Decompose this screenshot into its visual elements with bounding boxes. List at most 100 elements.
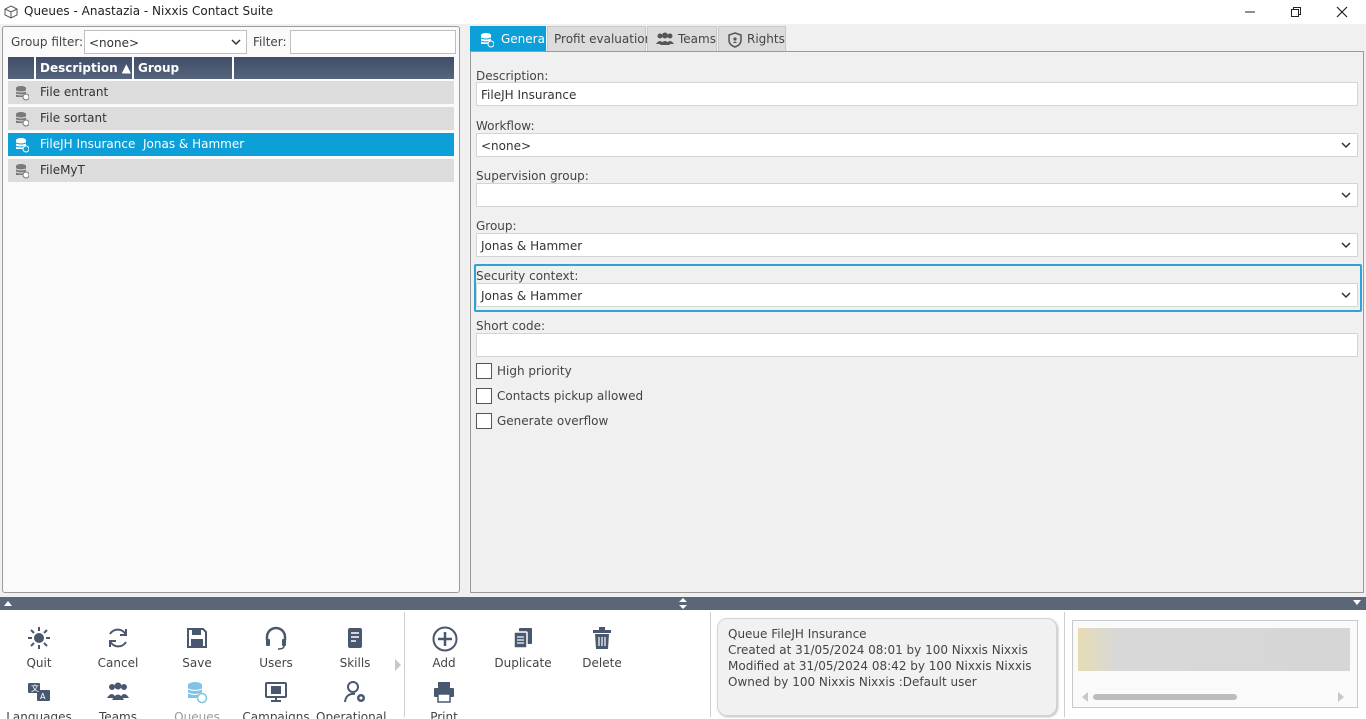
quit-icon: [28, 627, 50, 649]
toolbar-divider: [1064, 612, 1065, 717]
save-button[interactable]: Save: [158, 618, 236, 670]
queues-button[interactable]: Queues: [158, 672, 236, 719]
duplicate-icon: [513, 628, 532, 649]
duplicate-button[interactable]: Duplicate: [484, 618, 562, 670]
add-button[interactable]: Add: [405, 618, 483, 670]
info-modified: Modified at 31/05/2024 08:42 by 100 Nixx…: [728, 659, 1032, 673]
description-value: FileJH Insurance: [481, 88, 577, 102]
horizontal-scrollbar[interactable]: [1093, 694, 1237, 700]
campaigns-label: Campaigns: [242, 710, 310, 719]
table-row[interactable]: File entrant: [8, 81, 454, 104]
table-row[interactable]: FileMyT: [8, 159, 454, 182]
chevron-down-icon: [1341, 142, 1351, 149]
print-button[interactable]: Print: [405, 672, 483, 719]
short-code-field[interactable]: [476, 333, 1358, 357]
group-filter-label: Group filter:: [11, 35, 84, 49]
chevron-right-icon[interactable]: [394, 658, 402, 672]
toolbar-divider: [404, 612, 405, 717]
description-field[interactable]: FileJH Insurance: [476, 82, 1358, 106]
group-filter-select[interactable]: <none>: [84, 30, 247, 54]
toolbar-divider: [710, 612, 711, 717]
users-button[interactable]: Users: [237, 618, 315, 670]
teams-icon: [656, 32, 674, 45]
queue-icon: [15, 164, 29, 179]
queue-icon: [15, 112, 29, 127]
contacts-pickup-checkbox[interactable]: [476, 388, 492, 404]
supervision-group-select[interactable]: [476, 183, 1358, 207]
close-button[interactable]: [1319, 0, 1365, 24]
operational-label: Operational...: [316, 710, 398, 719]
teams-button[interactable]: Teams: [79, 672, 157, 719]
scroll-right-icon[interactable]: [1337, 692, 1345, 702]
group-filter-value: <none>: [89, 36, 140, 50]
info-owner: Owned by 100 Nixxis Nixxis :Default user: [728, 675, 977, 689]
chevron-down-icon: [1341, 292, 1351, 299]
operational-button[interactable]: Operational...: [316, 672, 398, 719]
cancel-label: Cancel: [97, 656, 139, 670]
restore-icon: [1291, 7, 1301, 17]
tab-general-label: General: [501, 32, 549, 46]
skills-button[interactable]: Skills: [316, 618, 394, 670]
tab-rights-label: Rights: [747, 32, 785, 46]
chevron-down-icon: [1341, 242, 1351, 249]
grid-header-icon-column: [8, 57, 36, 79]
workflow-select[interactable]: <none>: [476, 133, 1358, 157]
printer-icon: [434, 682, 454, 703]
info-created: Created at 31/05/2024 08:01 by 100 Nixxi…: [728, 643, 1028, 657]
security-context-select[interactable]: Jonas & Hammer: [476, 283, 1358, 307]
filter-input[interactable]: [290, 30, 456, 54]
security-context-value: Jonas & Hammer: [481, 289, 583, 303]
add-label: Add: [432, 656, 456, 670]
languages-icon: 文A: [28, 683, 50, 701]
svg-text:A: A: [40, 692, 46, 701]
chevron-down-icon: [1341, 192, 1351, 199]
refresh-icon: [109, 628, 127, 648]
group-select[interactable]: Jonas & Hammer: [476, 233, 1358, 257]
row-group: Jonas & Hammer: [143, 137, 245, 151]
resize-vertical-icon[interactable]: [679, 598, 687, 609]
quit-label: Quit: [26, 656, 52, 670]
campaigns-button[interactable]: Campaigns: [237, 672, 315, 719]
close-icon: [1336, 6, 1348, 18]
record-info-box: Queue FileJH Insurance Created at 31/05/…: [717, 618, 1057, 716]
short-code-label: Short code:: [476, 319, 545, 333]
tab-profit-evaluation[interactable]: Profit evaluation: [547, 26, 652, 52]
save-label: Save: [182, 656, 212, 670]
row-description: FileMyT: [40, 163, 85, 177]
generate-overflow-label: Generate overflow: [497, 414, 609, 428]
high-priority-label: High priority: [497, 364, 572, 378]
svg-text:文: 文: [31, 683, 39, 693]
save-icon: [187, 628, 207, 648]
row-description: File entrant: [40, 85, 109, 99]
row-description: FileJH Insurance: [40, 137, 136, 151]
window-title: Queues - Anastazia - Nixxis Contact Suit…: [24, 4, 274, 18]
queue-icon: [480, 33, 494, 48]
group-label: Group:: [476, 219, 517, 233]
users-label: Users: [259, 656, 293, 670]
table-row-selected[interactable]: FileJH Insurance Jonas & Hammer: [8, 133, 454, 156]
quit-button[interactable]: Quit: [0, 618, 78, 670]
restore-button[interactable]: [1273, 0, 1319, 24]
group-value: Jonas & Hammer: [481, 239, 583, 253]
title-bar: Queues - Anastazia - Nixxis Contact Suit…: [0, 0, 1366, 24]
tab-teams[interactable]: Teams: [647, 26, 717, 52]
tab-rights[interactable]: Rights: [718, 26, 786, 52]
scroll-left-icon[interactable]: [1081, 692, 1089, 702]
table-row[interactable]: File sortant: [8, 107, 454, 130]
languages-button[interactable]: 文A Languages: [0, 672, 78, 719]
row-description: File sortant: [40, 111, 107, 125]
cancel-button[interactable]: Cancel: [79, 618, 157, 670]
panel-splitter[interactable]: [0, 597, 1366, 610]
delete-button[interactable]: Delete: [563, 618, 641, 670]
tab-teams-label: Teams: [678, 32, 716, 46]
tab-general[interactable]: General: [470, 26, 549, 52]
collapse-up-icon[interactable]: [4, 600, 12, 606]
security-context-label: Security context:: [476, 269, 579, 283]
generate-overflow-checkbox[interactable]: [476, 413, 492, 429]
high-priority-checkbox[interactable]: [476, 363, 492, 379]
preview-pane: [1072, 620, 1358, 708]
column-header-description[interactable]: Description ▲: [36, 57, 134, 79]
collapse-down-icon[interactable]: [1353, 600, 1361, 606]
column-header-group[interactable]: Group: [134, 57, 234, 79]
minimize-button[interactable]: [1227, 0, 1273, 24]
